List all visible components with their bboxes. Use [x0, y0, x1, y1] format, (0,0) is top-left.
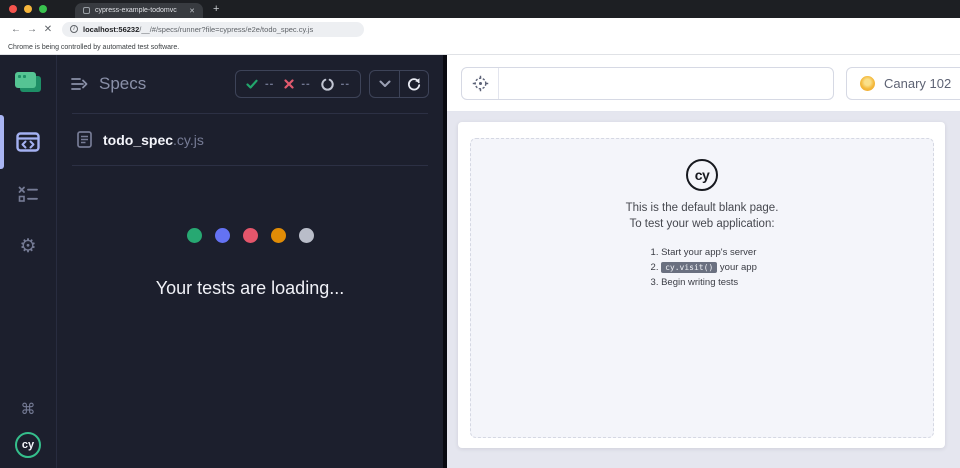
keyboard-shortcuts-icon[interactable]: ⌘	[21, 400, 36, 418]
aut-url-input[interactable]	[499, 67, 833, 99]
close-window-button[interactable]	[9, 5, 17, 13]
minimize-window-button[interactable]	[24, 5, 32, 13]
loading-dot	[214, 228, 230, 243]
active-indicator	[0, 115, 4, 169]
code-snippet: cy.visit()	[661, 262, 718, 273]
step-item: Start your app's server	[661, 245, 757, 260]
spec-file-icon	[77, 131, 92, 148]
cypress-logo[interactable]: cy	[15, 432, 41, 458]
runs-icon	[18, 186, 38, 202]
pending-count: --	[340, 78, 350, 90]
selector-playground-bar	[461, 66, 834, 100]
tab-favicon-icon	[83, 7, 90, 14]
loading-message: Your tests are loading...	[155, 278, 345, 298]
aut-viewport: cy This is the default blank page. To te…	[447, 112, 960, 468]
getting-started-steps: Start your app's server cy.visit() your …	[647, 245, 757, 290]
failed-count: --	[301, 78, 311, 90]
specs-header: Specs -- -- --	[57, 55, 443, 113]
specs-icon	[16, 132, 40, 152]
browser-select-label: Canary 102	[884, 75, 952, 91]
passed-count: --	[265, 78, 275, 90]
runner-panel: Canary 102 cy This is the default blank …	[447, 55, 960, 468]
browser-titlebar: cypress-example-todomvc ✕ +	[0, 0, 960, 18]
canary-browser-icon	[860, 75, 875, 91]
back-icon[interactable]: ←	[8, 24, 24, 35]
loading-dot	[270, 228, 286, 243]
address-bar[interactable]: i localhost:56232/__/#/specs/runner?file…	[62, 21, 364, 37]
specs-panel-title: Specs	[99, 74, 147, 93]
tab-title: cypress-example-todomvc	[95, 7, 177, 14]
url-text: localhost:56232/__/#/specs/runner?file=c…	[83, 25, 313, 34]
sidebar-item-runs[interactable]	[0, 168, 57, 220]
loading-dot	[242, 228, 258, 243]
refresh-icon	[408, 78, 421, 91]
divider	[72, 165, 428, 166]
run-stats: -- -- --	[235, 70, 361, 98]
url-host: localhost:56232	[83, 24, 140, 34]
window-controls	[9, 5, 47, 13]
passed-check-icon	[246, 79, 258, 89]
blank-page-line2: To test your web application:	[629, 218, 775, 230]
browser-toolbar: ← → ✕ i localhost:56232/__/#/specs/runne…	[0, 18, 960, 40]
browser-tab[interactable]: cypress-example-todomvc ✕	[75, 3, 203, 18]
automation-banner: Chrome is being controlled by automated …	[0, 40, 960, 55]
url-path: /__/#/specs/runner?file=cypress/e2e/todo…	[139, 24, 314, 34]
sidebar-item-specs[interactable]	[0, 115, 57, 169]
stop-icon[interactable]: ✕	[40, 24, 56, 35]
maximize-window-button[interactable]	[39, 5, 47, 13]
spec-file-name: todo_spec.cy.js	[103, 131, 204, 148]
pending-icon	[320, 78, 334, 91]
runner-header: Canary 102	[447, 55, 960, 112]
spec-file-row[interactable]: todo_spec.cy.js	[57, 114, 443, 165]
project-icon[interactable]	[15, 72, 41, 92]
loading-dots	[186, 228, 314, 243]
collapse-sidebar-icon[interactable]	[71, 77, 89, 91]
tab-close-icon[interactable]: ✕	[189, 7, 195, 15]
cypress-mark-icon: cy	[686, 159, 718, 191]
cypress-app: ⚙ ⌘ cy Specs -- -- -- todo_spec.cy.js Yo…	[0, 55, 960, 468]
loading-dot	[186, 228, 202, 243]
forward-icon[interactable]: →	[24, 24, 40, 35]
specs-panel: Specs -- -- -- todo_spec.cy.js Your test…	[57, 55, 443, 468]
loading-dot	[298, 228, 314, 243]
chevron-down-icon	[379, 80, 390, 87]
step-item: Begin writing tests	[661, 275, 757, 290]
sidebar-item-settings[interactable]: ⚙	[0, 220, 57, 272]
default-blank-page: cy This is the default blank page. To te…	[470, 138, 934, 438]
nav-rail: ⚙ ⌘ cy	[0, 55, 57, 468]
specs-actions	[369, 70, 429, 98]
collapse-all-button[interactable]	[370, 71, 399, 97]
selector-playground-button[interactable]	[462, 67, 499, 99]
blank-page-line1: This is the default blank page.	[625, 202, 779, 214]
new-tab-button[interactable]: +	[213, 4, 219, 15]
page-info-icon[interactable]: i	[70, 25, 78, 33]
aut-frame: cy This is the default blank page. To te…	[458, 122, 945, 448]
gear-icon: ⚙	[19, 235, 37, 257]
step-item: cy.visit() your app	[661, 260, 757, 275]
refresh-specs-button[interactable]	[399, 71, 428, 97]
loading-state: Your tests are loading...	[57, 228, 443, 299]
browser-select-button[interactable]: Canary 102	[846, 66, 960, 100]
crosshair-icon	[472, 75, 488, 91]
failed-x-icon	[284, 79, 294, 89]
automation-banner-text: Chrome is being controlled by automated …	[8, 43, 180, 51]
